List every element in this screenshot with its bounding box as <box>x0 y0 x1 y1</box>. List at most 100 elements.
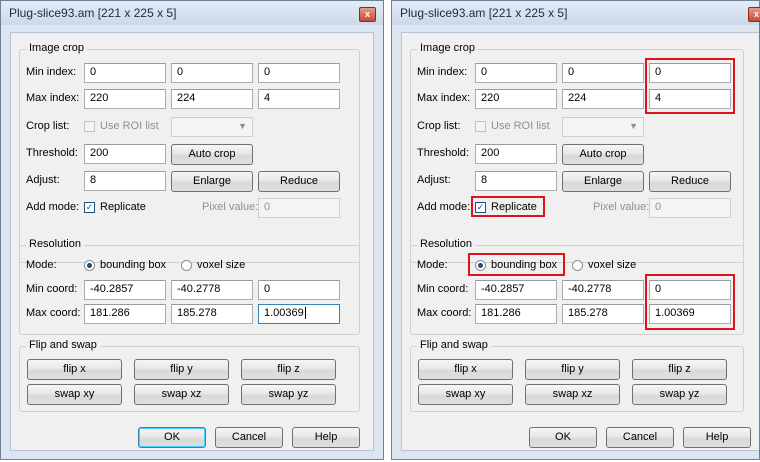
enlarge-button[interactable]: Enlarge <box>171 171 253 192</box>
use-roi-checkbox[interactable] <box>84 121 95 132</box>
dialog-body: Image crop Min index: 0 0 0 Max index: 2… <box>10 32 374 451</box>
use-roi-checkbox[interactable] <box>475 121 486 132</box>
dialog-window-right: Plug-slice93.am [221 x 225 x 5] x Image … <box>391 0 760 460</box>
resolution-group: Resolution Mode: bounding box voxel size… <box>410 238 744 335</box>
resolution-group: Resolution Mode: bounding box voxel size… <box>19 238 360 335</box>
flip-x-button[interactable]: flip x <box>27 359 122 380</box>
flip-y-button[interactable]: flip y <box>525 359 620 380</box>
image-crop-group: Image crop Min index: 0 0 0 Max index: 2… <box>19 42 360 263</box>
swap-xz-button[interactable]: swap xz <box>525 384 620 405</box>
swap-yz-button[interactable]: swap yz <box>241 384 336 405</box>
threshold-field[interactable]: 200 <box>84 144 166 164</box>
max-index-y-field[interactable]: 224 <box>171 89 253 109</box>
min-coord-y-field[interactable]: -40.2778 <box>171 280 253 300</box>
replicate-checkbox[interactable]: ✓ <box>84 202 95 213</box>
chevron-down-icon: ▼ <box>629 121 638 131</box>
reduce-button[interactable]: Reduce <box>258 171 340 192</box>
pixel-value-field[interactable]: 0 <box>258 198 340 218</box>
swap-xz-button[interactable]: swap xz <box>134 384 229 405</box>
add-mode-label: Add mode: <box>26 201 80 213</box>
crop-list-select[interactable]: ▼ <box>562 117 644 137</box>
flip-z-button[interactable]: flip z <box>632 359 727 380</box>
min-index-x-field[interactable]: 0 <box>84 63 166 83</box>
auto-crop-button[interactable]: Auto crop <box>171 144 253 165</box>
group-title-image-crop: Image crop <box>26 42 88 54</box>
use-roi-label: Use ROI list <box>491 120 550 132</box>
group-title-flip-swap: Flip and swap <box>417 339 491 351</box>
help-button[interactable]: Help <box>683 427 751 448</box>
use-roi-label: Use ROI list <box>100 120 159 132</box>
max-coord-y-field[interactable]: 185.278 <box>562 304 644 324</box>
highlight-z-coord-box <box>645 274 735 330</box>
max-coord-z-field[interactable]: 1.00369 <box>258 304 340 324</box>
bounding-box-label: bounding box <box>100 259 167 271</box>
voxel-size-label: voxel size <box>588 259 637 271</box>
auto-crop-button[interactable]: Auto crop <box>562 144 644 165</box>
min-index-y-field[interactable]: 0 <box>562 63 644 83</box>
max-coord-y-field[interactable]: 185.278 <box>171 304 253 324</box>
voxel-size-radio[interactable] <box>572 260 583 271</box>
crop-list-label: Crop list: <box>26 120 70 132</box>
ok-button[interactable]: OK <box>138 427 206 448</box>
pixel-value-field[interactable]: 0 <box>649 198 731 218</box>
min-index-label: Min index: <box>26 66 77 78</box>
max-index-z-field[interactable]: 4 <box>258 89 340 109</box>
max-index-y-field[interactable]: 224 <box>562 89 644 109</box>
mode-label: Mode: <box>417 259 448 271</box>
min-coord-y-field[interactable]: -40.2778 <box>562 280 644 300</box>
voxel-size-radio[interactable] <box>181 260 192 271</box>
adjust-label: Adjust: <box>417 174 451 186</box>
min-coord-x-field[interactable]: -40.2857 <box>475 280 557 300</box>
group-title-resolution: Resolution <box>26 238 84 250</box>
pixel-value-label: Pixel value: <box>202 201 259 213</box>
flip-swap-group: Flip and swap flip x flip y flip z swap … <box>19 339 360 412</box>
min-index-x-field[interactable]: 0 <box>475 63 557 83</box>
max-index-label: Max index: <box>26 92 80 104</box>
cancel-button[interactable]: Cancel <box>215 427 283 448</box>
mode-label: Mode: <box>26 259 57 271</box>
min-coord-z-field[interactable]: 0 <box>258 280 340 300</box>
highlight-bounding-box <box>468 253 565 276</box>
title-bar: Plug-slice93.am [221 x 225 x 5] x <box>392 1 760 25</box>
close-icon[interactable]: x <box>359 7 376 22</box>
max-coord-x-field[interactable]: 181.286 <box>84 304 166 324</box>
max-coord-label: Max coord: <box>417 307 472 319</box>
min-index-label: Min index: <box>417 66 468 78</box>
highlight-replicate-box <box>471 196 545 217</box>
dialog-window-left: Plug-slice93.am [221 x 225 x 5] x Image … <box>0 0 384 460</box>
threshold-label: Threshold: <box>417 147 469 159</box>
replicate-label: Replicate <box>100 201 146 213</box>
add-mode-label: Add mode: <box>417 201 471 213</box>
flip-y-button[interactable]: flip y <box>134 359 229 380</box>
swap-xy-button[interactable]: swap xy <box>27 384 122 405</box>
highlight-z-index-box <box>645 58 735 114</box>
enlarge-button[interactable]: Enlarge <box>562 171 644 192</box>
swap-xy-button[interactable]: swap xy <box>418 384 513 405</box>
reduce-button[interactable]: Reduce <box>649 171 731 192</box>
flip-x-button[interactable]: flip x <box>418 359 513 380</box>
help-button[interactable]: Help <box>292 427 360 448</box>
pixel-value-label: Pixel value: <box>593 201 650 213</box>
max-index-x-field[interactable]: 220 <box>84 89 166 109</box>
swap-yz-button[interactable]: swap yz <box>632 384 727 405</box>
max-coord-x-field[interactable]: 181.286 <box>475 304 557 324</box>
dialog-body: Image crop Min index: 0 0 0 Max index: 2… <box>401 32 759 451</box>
crop-list-label: Crop list: <box>417 120 461 132</box>
threshold-field[interactable]: 200 <box>475 144 557 164</box>
min-index-y-field[interactable]: 0 <box>171 63 253 83</box>
group-title-resolution: Resolution <box>417 238 475 250</box>
adjust-field[interactable]: 8 <box>475 171 557 191</box>
close-icon[interactable]: x <box>748 7 760 22</box>
cancel-button[interactable]: Cancel <box>606 427 674 448</box>
group-title-image-crop: Image crop <box>417 42 479 54</box>
bounding-box-radio[interactable] <box>84 260 95 271</box>
ok-button[interactable]: OK <box>529 427 597 448</box>
flip-z-button[interactable]: flip z <box>241 359 336 380</box>
min-coord-x-field[interactable]: -40.2857 <box>84 280 166 300</box>
adjust-field[interactable]: 8 <box>84 171 166 191</box>
crop-list-select[interactable]: ▼ <box>171 117 253 137</box>
min-coord-label: Min coord: <box>26 283 78 295</box>
max-index-x-field[interactable]: 220 <box>475 89 557 109</box>
flip-swap-group: Flip and swap flip x flip y flip z swap … <box>410 339 744 412</box>
min-index-z-field[interactable]: 0 <box>258 63 340 83</box>
